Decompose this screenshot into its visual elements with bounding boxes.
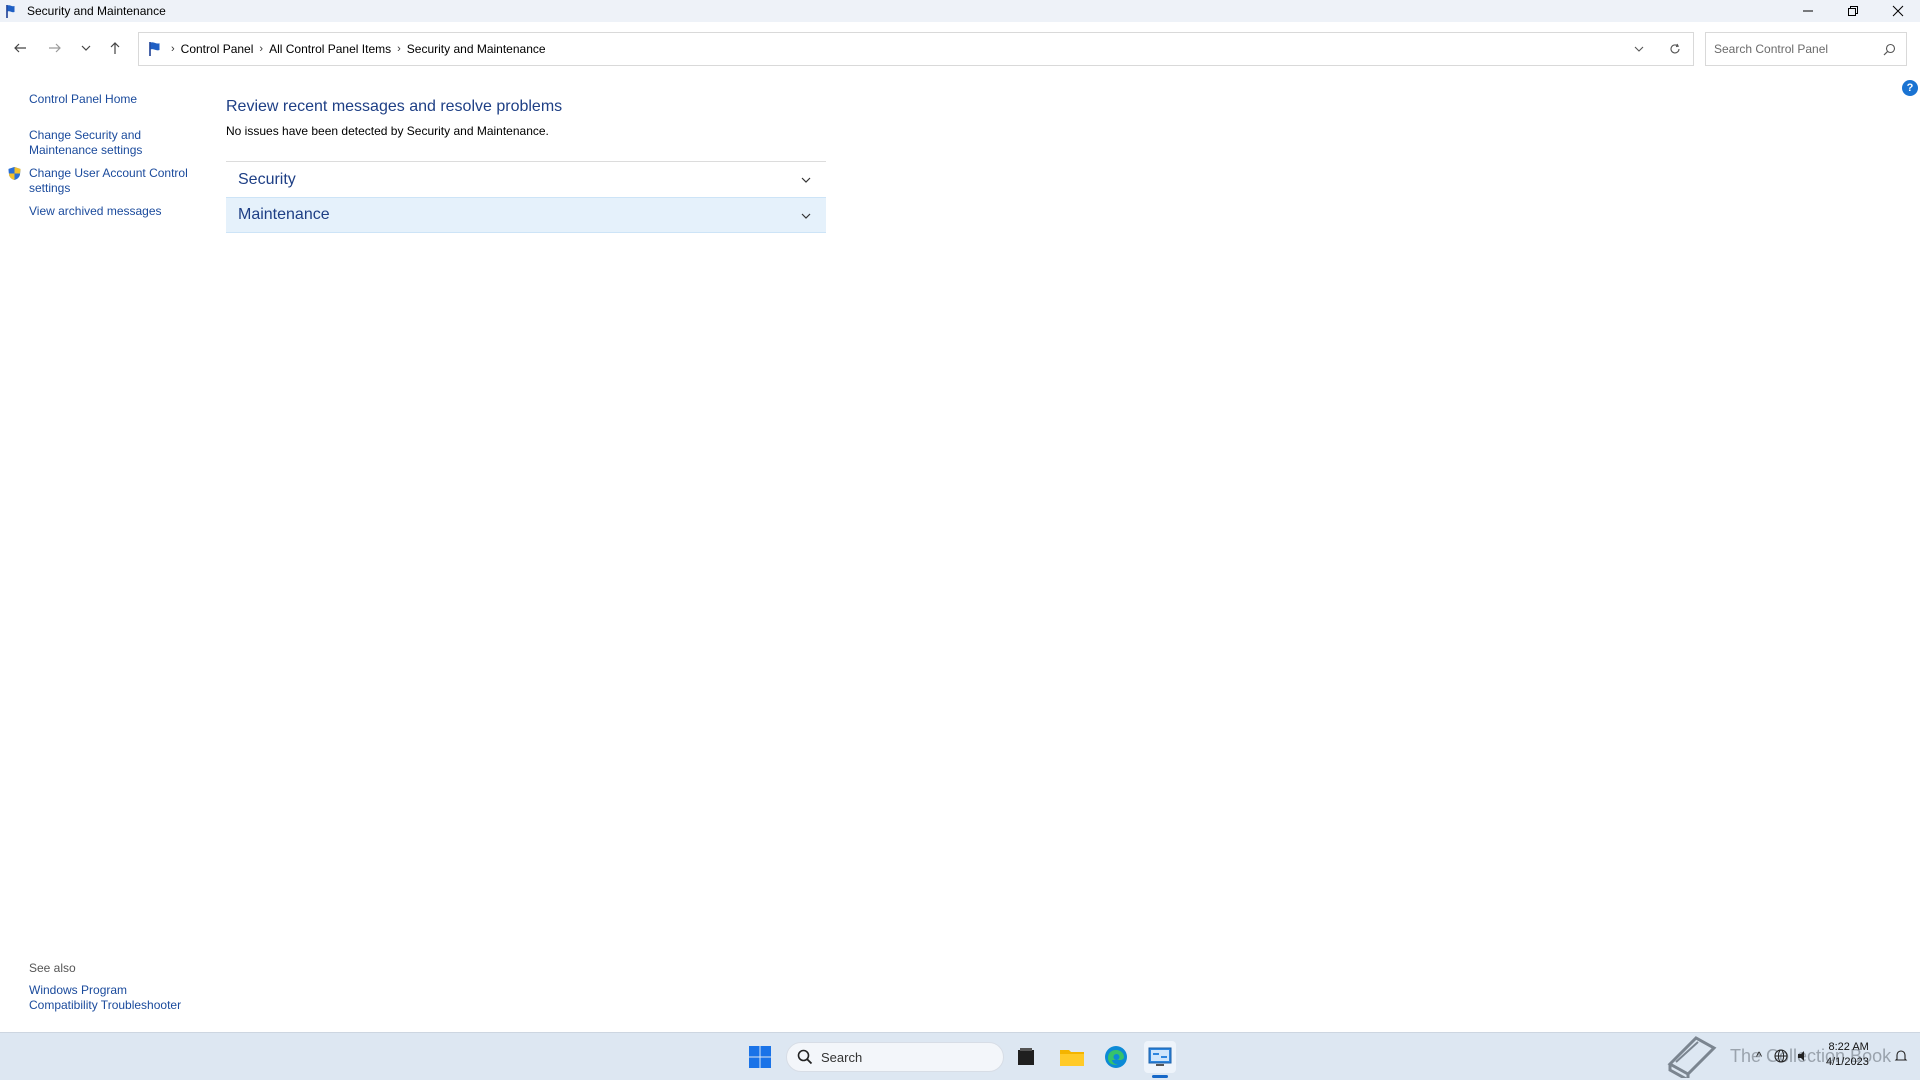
file-explorer-button[interactable] bbox=[1056, 1041, 1088, 1073]
minimize-button[interactable] bbox=[1785, 0, 1830, 22]
window-controls bbox=[1785, 0, 1920, 22]
back-button[interactable] bbox=[8, 36, 32, 60]
control-panel-home-link[interactable]: Control Panel Home bbox=[29, 92, 137, 107]
change-security-settings-link[interactable]: Change Security and Maintenance settings bbox=[29, 128, 169, 158]
folder-icon bbox=[1060, 1050, 1084, 1066]
chevron-up-icon[interactable]: ^ bbox=[1748, 1045, 1770, 1067]
taskbar-search-label: Search bbox=[821, 1049, 863, 1065]
chevron-right-icon[interactable]: › bbox=[259, 43, 263, 55]
breadcrumb-control-panel[interactable]: Control Panel bbox=[181, 42, 254, 56]
refresh-button[interactable] bbox=[1657, 33, 1693, 65]
chevron-down-icon bbox=[81, 45, 91, 51]
start-button[interactable] bbox=[744, 1041, 776, 1073]
security-flag-icon bbox=[6, 5, 15, 18]
edge-browser-button[interactable] bbox=[1100, 1041, 1132, 1073]
arrow-right-icon bbox=[49, 43, 61, 53]
chevron-right-icon: › bbox=[171, 43, 175, 55]
status-message: No issues have been detected by Security… bbox=[226, 124, 549, 138]
change-uac-settings-link[interactable]: Change User Account Control settings bbox=[29, 166, 199, 196]
task-view-icon bbox=[1018, 1048, 1034, 1065]
task-view-button[interactable] bbox=[1010, 1041, 1042, 1073]
compatibility-troubleshooter-link[interactable]: Windows Program Compatibility Troublesho… bbox=[29, 983, 199, 1013]
bell-icon bbox=[1894, 1050, 1908, 1061]
address-actions bbox=[1621, 33, 1693, 65]
view-archived-messages-link[interactable]: View archived messages bbox=[29, 204, 162, 219]
taskbar-search[interactable]: Search bbox=[786, 1042, 1004, 1072]
book-icon bbox=[1667, 1036, 1717, 1078]
close-button[interactable] bbox=[1875, 0, 1920, 22]
control-panel-taskbar-button[interactable] bbox=[1144, 1041, 1176, 1073]
security-section-label: Security bbox=[238, 170, 296, 188]
chevron-down-icon bbox=[801, 213, 811, 219]
edge-icon bbox=[1105, 1046, 1127, 1068]
chevron-down-icon bbox=[1634, 46, 1644, 52]
globe-icon bbox=[1774, 1049, 1788, 1063]
clock-date: 4/1/2023 bbox=[1826, 1056, 1869, 1068]
volume-icon[interactable] bbox=[1792, 1045, 1814, 1067]
chevron-right-icon[interactable]: › bbox=[397, 43, 401, 55]
maintenance-section-header[interactable]: Maintenance bbox=[226, 197, 826, 233]
control-panel-icon bbox=[1148, 1047, 1172, 1066]
window-title: Security and Maintenance bbox=[27, 4, 166, 18]
taskbar-clock[interactable]: 8:22 AM 4/1/2023 bbox=[1826, 1040, 1869, 1070]
breadcrumb-all-items[interactable]: All Control Panel Items bbox=[269, 42, 391, 56]
search-box[interactable] bbox=[1705, 32, 1907, 66]
recent-locations-button[interactable] bbox=[74, 36, 98, 60]
uac-shield-icon bbox=[8, 167, 21, 180]
notifications-icon[interactable] bbox=[1890, 1045, 1912, 1067]
help-icon[interactable]: ? bbox=[1902, 80, 1918, 96]
close-icon bbox=[1892, 5, 1903, 17]
restore-icon bbox=[1847, 6, 1858, 16]
network-icon[interactable] bbox=[1770, 1045, 1792, 1067]
address-bar[interactable]: › Control Panel › All Control Panel Item… bbox=[138, 32, 1694, 66]
maintenance-section-label: Maintenance bbox=[238, 206, 330, 223]
speaker-icon bbox=[1798, 1051, 1804, 1061]
search-icon bbox=[797, 1049, 813, 1065]
security-flag-icon bbox=[149, 42, 160, 56]
up-button[interactable] bbox=[103, 36, 127, 60]
page-title: Review recent messages and resolve probl… bbox=[226, 98, 563, 115]
security-section-header[interactable]: Security bbox=[226, 161, 826, 197]
restore-button[interactable] bbox=[1830, 0, 1875, 22]
address-history-button[interactable] bbox=[1621, 33, 1657, 65]
taskbar: Search bbox=[0, 1032, 1920, 1080]
clock-time: 8:22 AM bbox=[1828, 1041, 1869, 1053]
minimize-icon bbox=[1802, 10, 1813, 12]
search-input[interactable] bbox=[1714, 42, 1874, 56]
arrow-left-icon bbox=[14, 43, 26, 53]
chevron-down-icon bbox=[801, 177, 811, 183]
arrow-up-icon bbox=[110, 42, 120, 54]
navigation-bar: › Control Panel › All Control Panel Item… bbox=[0, 32, 1920, 68]
active-app-indicator bbox=[1152, 1075, 1168, 1078]
breadcrumb-current[interactable]: Security and Maintenance bbox=[407, 42, 546, 56]
see-also-heading: See also bbox=[29, 961, 76, 975]
refresh-icon bbox=[1670, 43, 1680, 54]
forward-button[interactable] bbox=[43, 36, 67, 60]
title-bar: Security and Maintenance bbox=[0, 0, 1920, 22]
search-icon bbox=[1883, 43, 1896, 56]
windows-logo-icon bbox=[749, 1046, 771, 1068]
